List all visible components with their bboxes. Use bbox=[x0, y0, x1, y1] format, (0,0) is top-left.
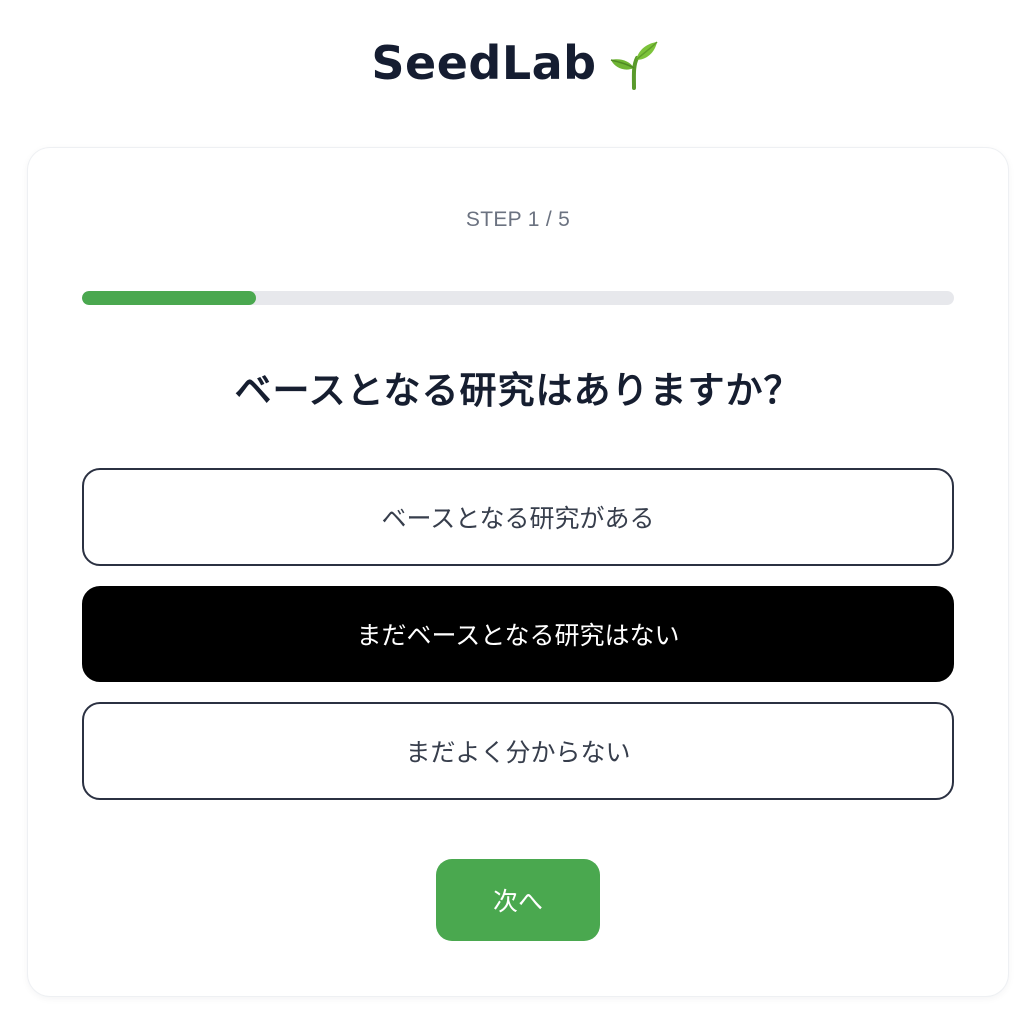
option-has-research[interactable]: ベースとなる研究がある bbox=[82, 468, 954, 566]
question-card: STEP 1 / 5 ベースとなる研究はありますか？ ベースとなる研究がある ま… bbox=[28, 148, 1008, 996]
question-title: ベースとなる研究はありますか？ bbox=[234, 369, 802, 412]
brand-name: SeedLab bbox=[371, 36, 597, 90]
option-not-sure[interactable]: まだよく分からない bbox=[82, 702, 954, 800]
option-no-research-yet[interactable]: まだベースとなる研究はない bbox=[82, 586, 954, 682]
option-list: ベースとなる研究がある まだベースとなる研究はない まだよく分からない bbox=[82, 468, 954, 820]
sprout-icon bbox=[607, 38, 659, 90]
progress-bar bbox=[82, 291, 954, 305]
brand-header: SeedLab bbox=[0, 36, 1030, 90]
next-button[interactable]: 次へ bbox=[436, 859, 600, 941]
progress-fill bbox=[82, 291, 257, 305]
step-indicator: STEP 1 / 5 bbox=[465, 208, 571, 231]
page: SeedLab STEP 1 / 5 ベースとなる研究はありますか？ ベースとな… bbox=[0, 0, 1030, 1034]
